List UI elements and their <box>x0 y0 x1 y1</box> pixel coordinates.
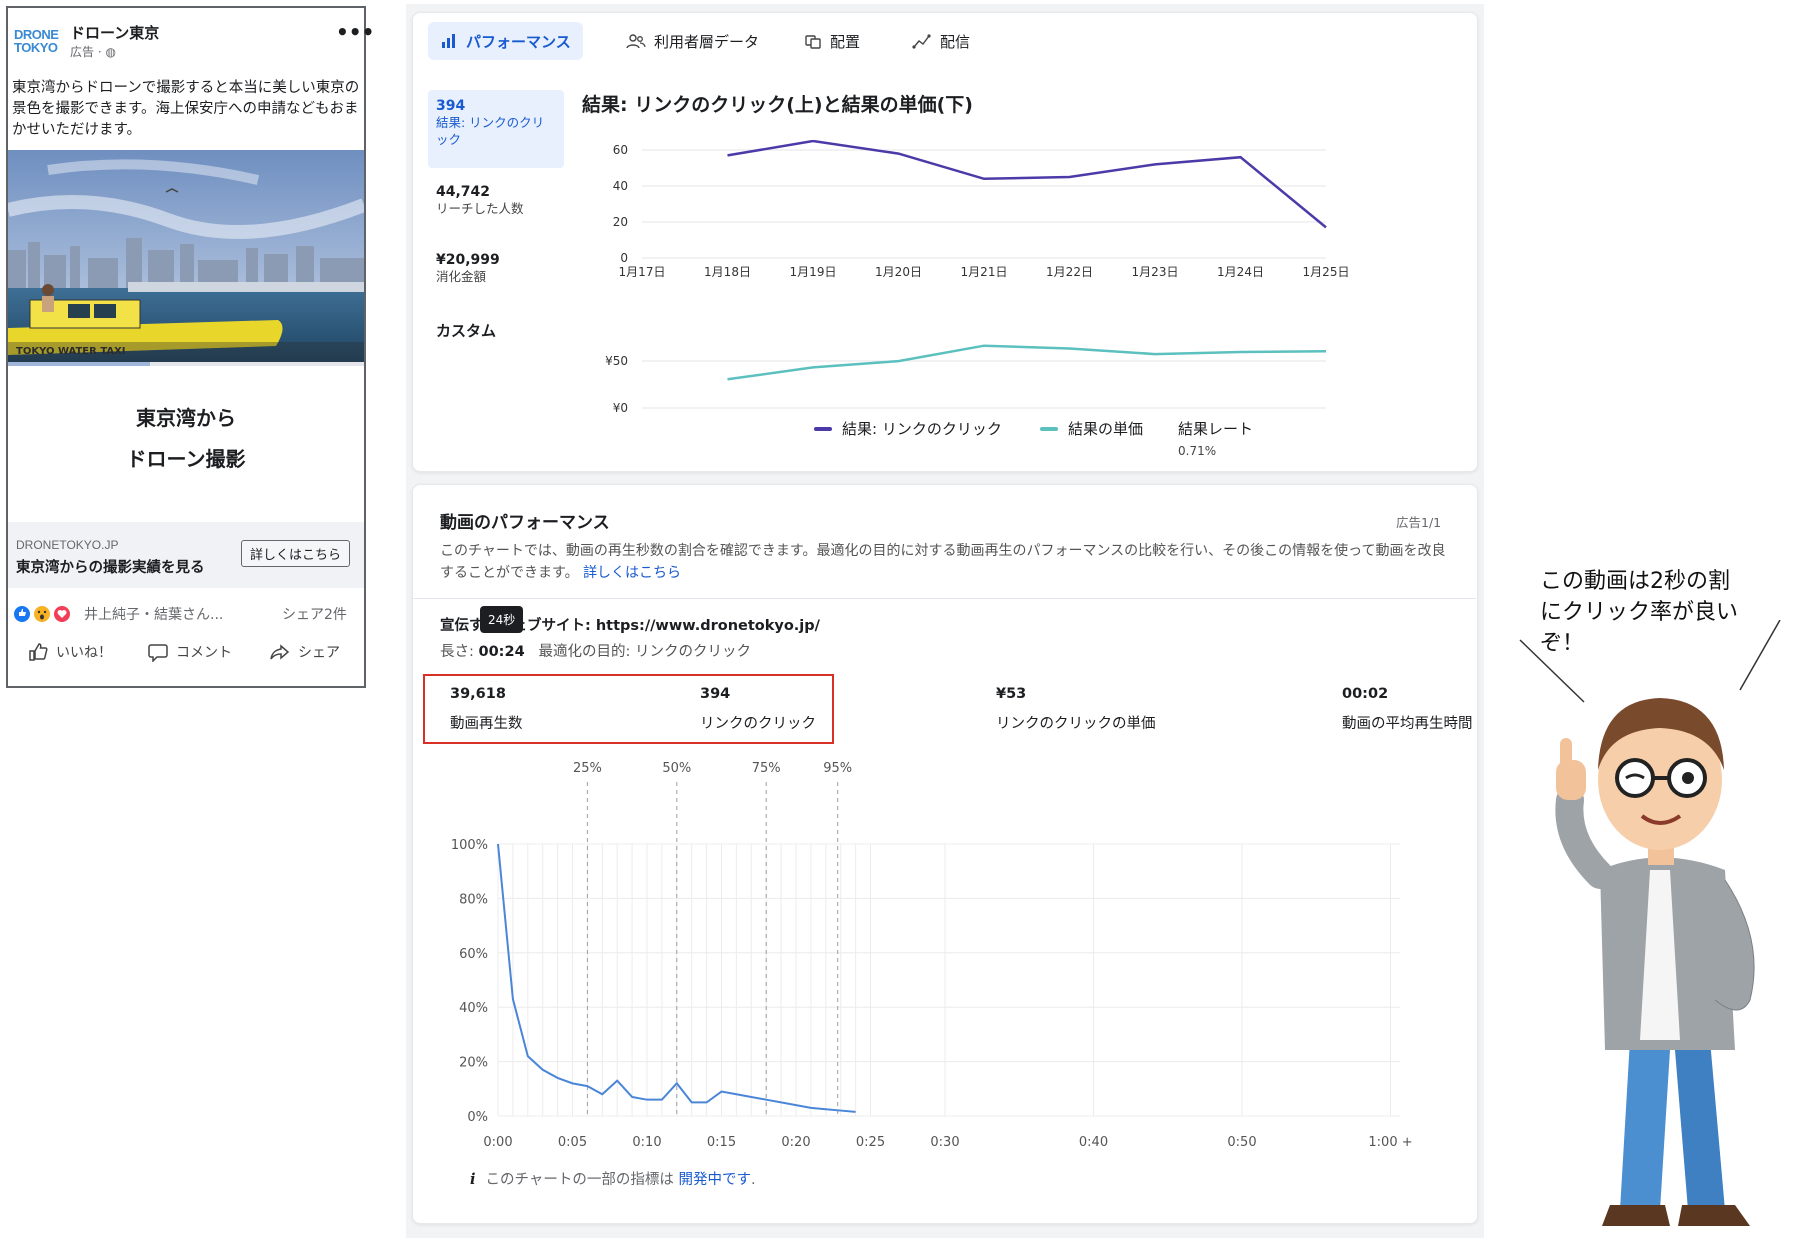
y-tick-label: 40% <box>459 1001 488 1016</box>
series-line-clicks <box>727 140 1327 229</box>
kpi-avg-watch-time: 00:02 動画の平均再生時間 <box>1342 686 1473 732</box>
series-line-cpc <box>727 344 1327 381</box>
quartile-label: 95% <box>823 761 852 776</box>
y-tick-label: ¥50 <box>605 354 628 368</box>
tab-performance[interactable]: パフォーマンス <box>428 22 583 60</box>
link-domain: DRONETOKYO.JP <box>16 538 119 552</box>
video-section-title: 動画のパフォーマンス <box>440 513 610 533</box>
drone-tokyo-logo: DRONE TOKYO <box>14 27 59 55</box>
bar-chart-icon <box>442 34 455 48</box>
legend-clicks[interactable]: 結果: リンクのクリック <box>814 418 1002 439</box>
legend-rate[interactable]: 結果レート <box>1178 418 1253 439</box>
quartile-label: 50% <box>662 761 691 776</box>
y-tick-label: 100% <box>451 838 488 853</box>
share-count[interactable]: シェア2件 <box>282 604 347 624</box>
legend-swatch-clicks <box>814 426 832 431</box>
learn-more-button[interactable]: 詳しくはこちら <box>241 540 351 567</box>
performance-chart-title: 結果: リンクのクリック(上)と結果の単価(下) <box>582 94 973 116</box>
quartile-label: 25% <box>573 761 602 776</box>
in-development-link[interactable]: 開発中です <box>678 1172 751 1188</box>
x-tick-label: 1月19日 <box>790 265 837 279</box>
y-tick-label: 40 <box>613 179 628 193</box>
x-tick-label: 0:30 <box>930 1135 959 1150</box>
performance-chart[interactable]: 0 20 40 60 1月17日 1月18日 1月19日 1月20日 1月21日 1月22日 1月2… <box>582 140 1482 420</box>
x-tick-label: 0:00 <box>483 1135 512 1150</box>
x-tick-label: 1月20日 <box>875 265 922 279</box>
legend-swatch-cpc <box>1040 426 1058 431</box>
video-progress-bar <box>8 362 364 366</box>
divider <box>412 598 1476 599</box>
thumbs-up-icon <box>29 643 48 661</box>
info-icon: i <box>470 1171 476 1188</box>
x-tick-label: 1月23日 <box>1132 265 1179 279</box>
y-tick-label: 20 <box>613 215 628 229</box>
rate-value: 0.71% <box>1178 444 1217 458</box>
x-tick-label: 1月25日 <box>1303 265 1350 279</box>
tab-demographics[interactable]: 利用者層データ <box>614 22 771 60</box>
reaction-icons[interactable] <box>12 603 82 625</box>
like-button[interactable]: いいね！ <box>28 642 112 662</box>
people-icon <box>626 34 646 49</box>
x-tick-label: 0:40 <box>1079 1135 1108 1150</box>
metric-reach[interactable]: 44,742 リーチした人数 <box>428 184 572 217</box>
metric-custom[interactable]: カスタム <box>428 320 572 341</box>
x-tick-label: 1月22日 <box>1046 265 1093 279</box>
ad-counter: 広告1/1 <box>1396 515 1442 530</box>
comment-button[interactable]: コメント <box>148 642 232 662</box>
y-tick-label: ¥0 <box>613 401 628 415</box>
x-tick-label: 0:50 <box>1227 1135 1256 1150</box>
ad-video-thumbnail[interactable]: TOKYO WATER TAXI <box>8 150 364 362</box>
y-tick-label: 0 <box>620 251 628 265</box>
globe-icon: ◍ <box>105 45 116 59</box>
y-tick-label: 60% <box>459 947 488 962</box>
reaction-names[interactable]: 井上純子・結葉さん... <box>84 604 223 624</box>
tab-placement[interactable]: 配置 <box>792 22 872 60</box>
character-illustration <box>1519 620 1781 1226</box>
x-tick-label: 1月24日 <box>1217 265 1264 279</box>
kpi-cost-per-click: ¥53 リンクのクリックの単価 <box>996 686 1156 732</box>
link-title[interactable]: 東京湾からの撮影実績を見る <box>16 556 205 577</box>
x-tick-label: 1月21日 <box>961 265 1008 279</box>
more-options-icon[interactable]: ••• <box>336 20 374 44</box>
comment-icon <box>148 644 168 662</box>
x-tick-label: 0:15 <box>707 1135 736 1150</box>
placement-icon <box>805 35 821 49</box>
metric-link-clicks[interactable]: 394 結果: リンクのクリック <box>428 90 564 168</box>
y-tick-label: 20% <box>459 1056 488 1071</box>
x-tick-label: 0:10 <box>632 1135 661 1150</box>
duration-tooltip: 24秒 <box>480 606 524 633</box>
metric-spend[interactable]: ¥20,999 消化金額 <box>428 252 572 285</box>
x-tick-label: 0:25 <box>856 1135 885 1150</box>
sponsored-label: 広告 · ◍ <box>70 45 116 59</box>
page-name[interactable]: ドローン東京 <box>70 22 159 43</box>
ad-headline: 東京湾から ドローン撮影 <box>126 406 246 471</box>
quartile-label: 75% <box>752 761 781 776</box>
share-button[interactable]: シェア <box>270 642 340 662</box>
y-tick-label: 0% <box>467 1110 488 1125</box>
share-icon <box>270 644 290 660</box>
y-tick-label: 60 <box>613 143 628 157</box>
ad-body-text: 東京湾からドローンで撮影すると本当に美しい東京の景色を撮影できます。海上保安庁へ… <box>12 80 360 138</box>
video-retention-chart[interactable]: 0:00 0:05 0:10 0:15 0:20 0:25 0:30 0:40 0:50 1:00… <box>440 760 1450 1180</box>
x-tick-label: 0:05 <box>558 1135 587 1150</box>
ad-preview: DRONE TOKYO ドローン東京 広告 · ◍ ••• 東京湾からドローンで撮… <box>6 6 374 688</box>
video-meta: 長さ: 00:24 最適化の目的: リンクのクリック <box>440 644 751 660</box>
kpi-video-plays: 39,618 動画再生数 <box>450 686 523 732</box>
x-tick-label: 1月17日 <box>619 265 666 279</box>
learn-more-link[interactable]: 詳しくはこちら <box>583 565 681 581</box>
delivery-icon <box>912 34 931 49</box>
footer-note: i このチャートの一部の指標は 開発中です. <box>470 1171 756 1188</box>
x-tick-label: 1:00 + <box>1368 1135 1412 1150</box>
tab-delivery[interactable]: 配信 <box>900 22 982 60</box>
video-section-description: このチャートでは、動画の再生秒数の割合を確認できます。最適化の目的に対する動画再… <box>440 543 1446 581</box>
boat-text: TOKYO WATER TAXI <box>16 346 126 357</box>
y-tick-label: 80% <box>459 892 488 907</box>
kpi-link-clicks: 394 リンクのクリック <box>700 686 816 732</box>
x-tick-label: 0:20 <box>781 1135 810 1150</box>
legend-cpc[interactable]: 結果の単価 <box>1040 418 1143 439</box>
x-tick-label: 1月18日 <box>704 265 751 279</box>
